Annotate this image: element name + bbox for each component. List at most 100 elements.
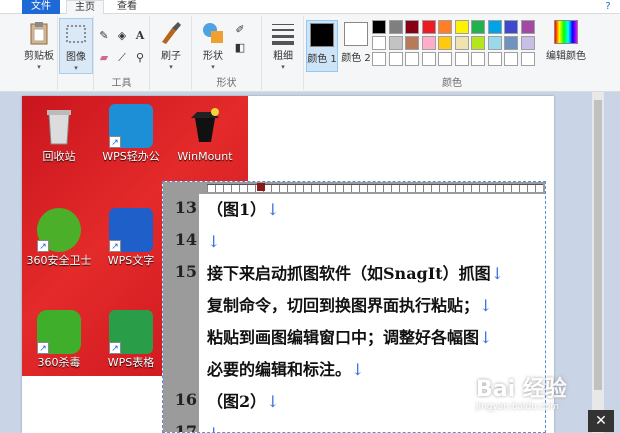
scrollbar-thumb[interactable] bbox=[594, 100, 602, 390]
palette-swatch[interactable] bbox=[438, 20, 452, 34]
text-icon[interactable]: A bbox=[132, 28, 148, 44]
palette-swatch[interactable] bbox=[504, 52, 518, 66]
document-line-text: （图1） bbox=[207, 200, 267, 219]
document-line: 必要的编辑和标注。↓ bbox=[207, 358, 364, 382]
color-palette bbox=[372, 20, 538, 68]
shapes-button[interactable]: 形状 ▾ bbox=[196, 18, 230, 74]
palette-swatch[interactable] bbox=[421, 20, 436, 34]
palette-swatch[interactable] bbox=[454, 52, 469, 66]
palette-swatch[interactable] bbox=[504, 36, 518, 50]
desktop-icon-label: WPS文字 bbox=[107, 254, 155, 267]
desktop-icon: ↗ WPS轻办公 bbox=[96, 102, 166, 172]
desktop-icon-label: 360杀毒 bbox=[37, 356, 81, 369]
palette-swatch[interactable] bbox=[405, 20, 419, 34]
rainbow-icon bbox=[554, 20, 578, 44]
image-button[interactable]: 图像 ▾ bbox=[59, 18, 93, 74]
paragraph-mark-icon: ↓ bbox=[207, 424, 220, 432]
pencil-icon[interactable]: ✎ bbox=[96, 28, 112, 44]
clipboard-icon bbox=[30, 22, 48, 45]
color2-swatch bbox=[344, 22, 368, 46]
line-number: 15 bbox=[174, 262, 197, 281]
desktop-icon: ↗ WPS表格 bbox=[96, 308, 166, 378]
outline-icon[interactable]: ✐ bbox=[232, 22, 248, 38]
document-line-text: 接下来启动抓图软件（如SnagIt）抓图 bbox=[207, 264, 491, 283]
ruler bbox=[163, 182, 545, 194]
paragraph-mark-icon: ↓ bbox=[479, 328, 493, 347]
desktop-icon: ↗ 360杀毒 bbox=[24, 308, 94, 378]
palette-swatch[interactable] bbox=[454, 20, 469, 34]
palette-swatch[interactable] bbox=[471, 52, 485, 66]
shortcut-arrow-icon: ↗ bbox=[37, 240, 49, 252]
palette-swatch[interactable] bbox=[405, 52, 419, 66]
color2-button[interactable]: 颜色 2 bbox=[340, 20, 372, 72]
brushes-group: 刷子 ▾ bbox=[150, 16, 192, 90]
paragraph-mark-icon: ↓ bbox=[266, 392, 280, 411]
clipboard-button[interactable]: 剪贴板 ▾ bbox=[22, 18, 56, 74]
palette-swatch[interactable] bbox=[405, 36, 419, 50]
palette-swatch[interactable] bbox=[438, 52, 452, 66]
palette-swatch[interactable] bbox=[471, 36, 485, 50]
size-button[interactable]: 粗细 ▾ bbox=[266, 18, 300, 74]
palette-swatch[interactable] bbox=[487, 20, 502, 34]
palette-swatch[interactable] bbox=[504, 20, 518, 34]
clipboard-group: 剪贴板 ▾ bbox=[20, 16, 58, 90]
document-line: 复制命令，切回到换图界面执行粘贴；↓ bbox=[207, 294, 492, 318]
watermark-main: Bai 经验 bbox=[476, 377, 567, 402]
palette-swatch[interactable] bbox=[372, 20, 386, 34]
document-line-text: 粘贴到画图编辑窗口中；调整好各幅图 bbox=[207, 328, 480, 347]
document-line-text: （图2） bbox=[207, 392, 267, 411]
line-width-icon bbox=[272, 24, 294, 45]
palette-swatch[interactable] bbox=[388, 36, 403, 50]
palette-swatch[interactable] bbox=[438, 36, 452, 50]
image-label: 图像 bbox=[66, 52, 86, 63]
tab-home[interactable]: 主页 bbox=[66, 0, 104, 15]
color1-button[interactable]: 颜色 1 bbox=[306, 20, 338, 72]
palette-swatch[interactable] bbox=[471, 20, 485, 34]
palette-swatch[interactable] bbox=[388, 20, 403, 34]
brushes-button[interactable]: 刷子 ▾ bbox=[154, 18, 188, 74]
close-icon[interactable]: ✕ bbox=[588, 410, 614, 432]
palette-swatch[interactable] bbox=[388, 52, 403, 66]
help-icon[interactable]: ? bbox=[600, 0, 616, 14]
shortcut-arrow-icon: ↗ bbox=[109, 136, 121, 148]
tab-view[interactable]: 查看 bbox=[108, 0, 146, 14]
colors-group-label: 颜色 bbox=[442, 78, 462, 89]
eraser-icon[interactable]: ▰ bbox=[96, 50, 112, 66]
palette-swatch[interactable] bbox=[421, 52, 436, 66]
palette-swatch[interactable] bbox=[520, 36, 535, 50]
clipboard-label: 剪贴板 bbox=[24, 51, 54, 62]
edit-colors-button[interactable]: 编辑颜色 bbox=[544, 18, 588, 70]
palette-swatch[interactable] bbox=[421, 36, 436, 50]
magnifier-icon[interactable]: ⚲ bbox=[132, 50, 148, 66]
fill-icon[interactable]: ◈ bbox=[114, 28, 130, 44]
wps-office-icon: ↗ bbox=[109, 104, 153, 148]
360-safe-icon: ↗ bbox=[37, 208, 81, 252]
brush-icon bbox=[162, 22, 181, 44]
image-group: 图像 ▾ bbox=[58, 16, 94, 90]
watermark: Bai 经验 jingyan.baidu.com bbox=[476, 378, 596, 418]
document-line: 粘贴到画图编辑窗口中；调整好各幅图↓ bbox=[207, 326, 492, 350]
document-line: ↓ bbox=[207, 230, 220, 254]
document-line: 接下来启动抓图软件（如SnagIt）抓图↓ bbox=[207, 262, 504, 286]
palette-swatch[interactable] bbox=[487, 52, 502, 66]
color-picker-icon[interactable]: ⟋ bbox=[114, 50, 130, 66]
paint-canvas[interactable]: 回收站 ↗ WPS轻办公 WinMount ↗ 360安全卫士 ↗ WPS文字 … bbox=[22, 96, 554, 433]
desktop-icon-label: WPS表格 bbox=[107, 356, 155, 369]
palette-swatch[interactable] bbox=[372, 36, 386, 50]
palette-swatch[interactable] bbox=[520, 52, 535, 66]
palette-swatch[interactable] bbox=[520, 20, 535, 34]
line-number: 16 bbox=[174, 390, 197, 409]
tab-file[interactable]: 文件 bbox=[22, 0, 60, 14]
chevron-down-icon: ▾ bbox=[74, 64, 78, 72]
size-group: 粗细 ▾ bbox=[262, 16, 304, 90]
ruler-indent-marker bbox=[257, 183, 265, 191]
shortcut-arrow-icon: ↗ bbox=[109, 342, 121, 354]
color1-label: 颜色 1 bbox=[307, 54, 337, 65]
chevron-down-icon: ▾ bbox=[169, 63, 173, 71]
fill-shape-icon[interactable]: ◧ bbox=[232, 40, 248, 56]
palette-swatch[interactable] bbox=[454, 36, 469, 50]
wps-sheet-icon: ↗ bbox=[109, 310, 153, 354]
shapes-group-label: 形状 bbox=[216, 78, 237, 89]
palette-swatch[interactable] bbox=[487, 36, 502, 50]
palette-swatch[interactable] bbox=[372, 52, 386, 66]
